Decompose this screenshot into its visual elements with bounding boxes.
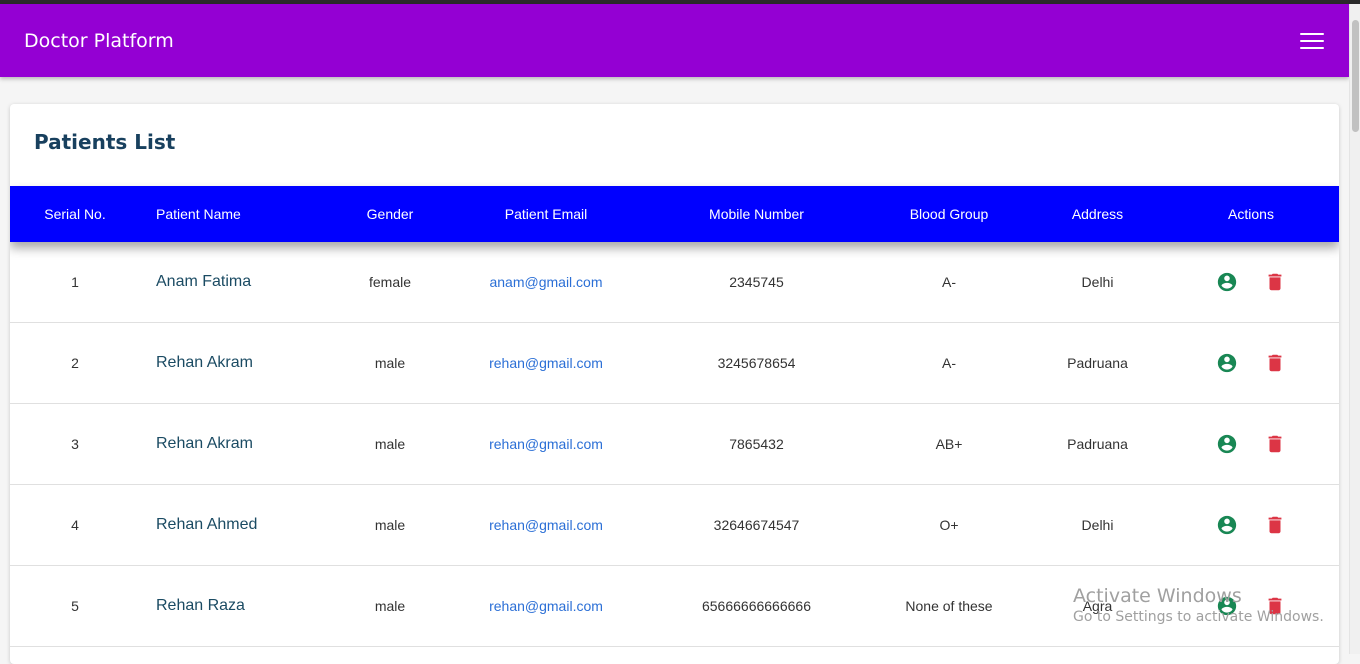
menu-icon-bar: [1300, 46, 1324, 49]
cell-blood-group: AB+: [935, 436, 963, 452]
header-blood-group: Blood Group: [909, 206, 989, 222]
header-serial: Serial No.: [44, 206, 106, 222]
cell-mobile: 2345745: [729, 274, 784, 290]
cell-patient-name: Rehan Raza: [156, 597, 245, 614]
trash-icon[interactable]: [1264, 433, 1286, 455]
menu-icon-bar: [1300, 39, 1324, 42]
cell-gender: male: [374, 517, 406, 533]
header-actions: Actions: [1228, 206, 1274, 222]
patients-card: Patients List Serial No. Patient Name Ge…: [10, 104, 1339, 664]
table-row: 3 Rehan Akram male rehan@gmail.com 78654…: [10, 404, 1339, 485]
cell-mobile: 3245678654: [717, 355, 796, 371]
cell-address: Padruana: [1067, 436, 1128, 452]
table-header: Serial No. Patient Name Gender Patient E…: [10, 186, 1339, 242]
cell-actions: [1185, 323, 1317, 403]
table-row: 5 Rehan Raza male rehan@gmail.com 656666…: [10, 566, 1339, 647]
trash-icon[interactable]: [1264, 514, 1286, 536]
cell-actions: [1185, 485, 1317, 565]
cell-email-link[interactable]: rehan@gmail.com: [460, 323, 632, 403]
cell-address: Agra: [1082, 598, 1113, 614]
cell-blood-group: O+: [939, 517, 959, 533]
table-body: 1 Anam Fatima female anam@gmail.com 2345…: [10, 242, 1339, 647]
cell-blood-group: A-: [942, 274, 956, 290]
cell-address: Padruana: [1067, 355, 1128, 371]
trash-icon[interactable]: [1264, 271, 1286, 293]
cell-gender: male: [374, 436, 406, 452]
app-title: Doctor Platform: [24, 29, 174, 52]
account-circle-icon[interactable]: [1216, 514, 1238, 536]
cell-mobile: 32646674547: [713, 517, 800, 533]
account-circle-icon[interactable]: [1216, 595, 1238, 617]
cell-serial: 4: [71, 517, 79, 533]
cell-serial: 2: [71, 355, 79, 371]
menu-icon[interactable]: [1299, 30, 1325, 52]
cell-gender: female: [368, 274, 412, 290]
cell-mobile: 7865432: [729, 436, 784, 452]
header-address: Address: [1071, 206, 1124, 222]
cell-address: Delhi: [1081, 517, 1114, 533]
cell-patient-name: Rehan Akram: [156, 435, 253, 452]
scrollbar-thumb[interactable]: [1352, 20, 1359, 132]
cell-blood-group: A-: [942, 355, 956, 371]
cell-serial: 1: [71, 274, 79, 290]
cell-actions: [1185, 404, 1317, 484]
cell-serial: 3: [71, 436, 79, 452]
header-patient-name: Patient Name: [156, 206, 241, 222]
cell-patient-name: Anam Fatima: [156, 273, 252, 290]
trash-icon[interactable]: [1264, 352, 1286, 374]
cell-email-link[interactable]: anam@gmail.com: [460, 242, 632, 322]
trash-icon[interactable]: [1264, 595, 1286, 617]
cell-email-link[interactable]: rehan@gmail.com: [460, 566, 632, 646]
header-mobile-number: Mobile Number: [709, 206, 804, 222]
menu-icon-bar: [1300, 32, 1324, 35]
cell-actions: [1185, 566, 1317, 646]
page-scrollbar[interactable]: [1349, 4, 1360, 654]
page-title: Patients List: [34, 130, 176, 154]
header-patient-email: Patient Email: [504, 206, 588, 222]
cell-address: Delhi: [1081, 274, 1114, 290]
cell-mobile: 65666666666666: [701, 598, 811, 614]
cell-email-link[interactable]: rehan@gmail.com: [460, 404, 632, 484]
cell-patient-name: Rehan Akram: [156, 354, 253, 371]
header-gender: Gender: [366, 206, 414, 222]
cell-email-link[interactable]: rehan@gmail.com: [460, 485, 632, 565]
table-row: 4 Rehan Ahmed male rehan@gmail.com 32646…: [10, 485, 1339, 566]
cell-gender: male: [374, 598, 406, 614]
account-circle-icon[interactable]: [1216, 352, 1238, 374]
cell-actions: [1185, 242, 1317, 322]
account-circle-icon[interactable]: [1216, 433, 1238, 455]
table-row: 1 Anam Fatima female anam@gmail.com 2345…: [10, 242, 1339, 323]
account-circle-icon[interactable]: [1216, 271, 1238, 293]
cell-serial: 5: [71, 598, 79, 614]
app-bar: Doctor Platform: [0, 4, 1349, 77]
cell-gender: male: [374, 355, 406, 371]
cell-patient-name: Rehan Ahmed: [156, 516, 258, 533]
table-row: 2 Rehan Akram male rehan@gmail.com 32456…: [10, 323, 1339, 404]
cell-blood-group: None of these: [905, 598, 993, 614]
